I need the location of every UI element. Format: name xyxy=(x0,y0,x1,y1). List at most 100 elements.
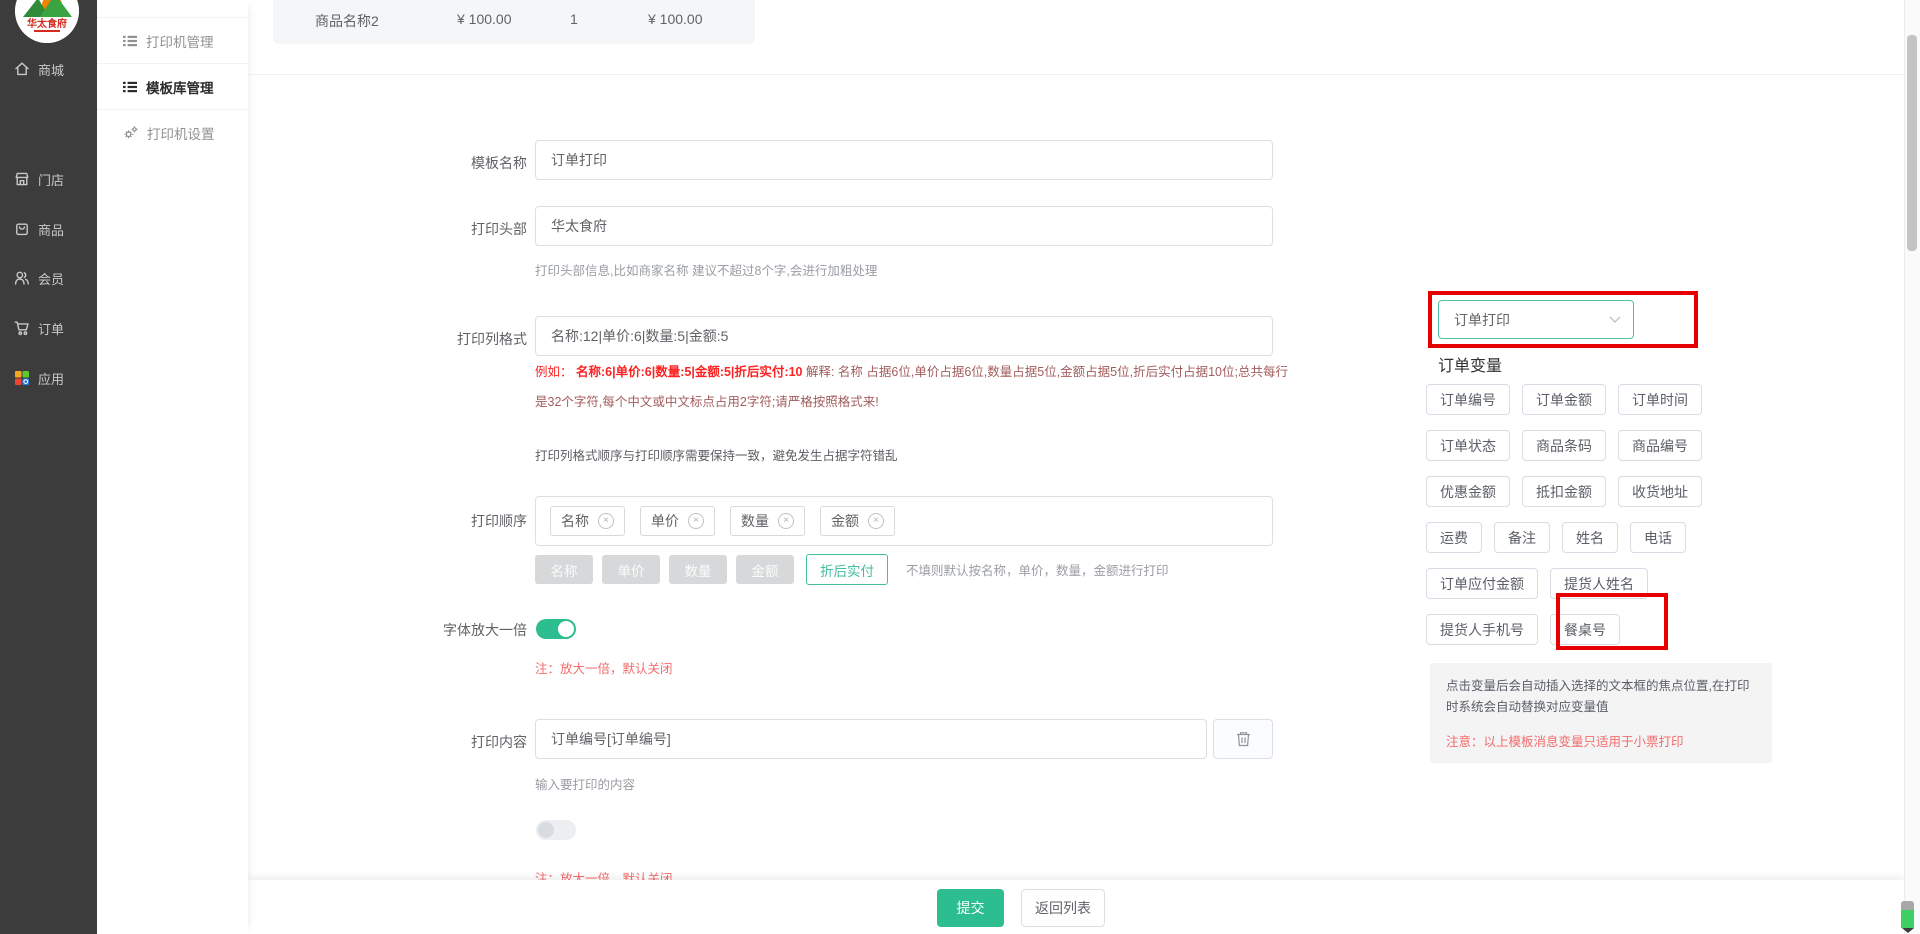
sidebar-item-goods[interactable]: 商品 xyxy=(0,212,97,246)
template-type-value: 订单打印 xyxy=(1454,310,1510,330)
delete-print-content-button[interactable] xyxy=(1213,719,1273,759)
variable-tag[interactable]: 提货人手机号 xyxy=(1426,614,1538,645)
variables-info-box: 点击变量后会自动插入选择的文本框的焦点位置,在打印时系统会自动替换对应变量值 注… xyxy=(1430,663,1772,763)
submenu-item-label: 打印机管理 xyxy=(146,31,214,51)
sidebar-item-home[interactable]: 商城 xyxy=(0,52,97,86)
submenu-item[interactable]: 打印机设置 xyxy=(97,109,248,155)
submenu-item-label: 模板库管理 xyxy=(146,77,214,97)
font-zoom-label: 字体放大一倍 xyxy=(377,620,527,640)
variable-tag[interactable]: 订单金额 xyxy=(1522,384,1606,415)
order-option-button[interactable]: 名称 xyxy=(535,555,593,584)
remove-tag-icon[interactable]: × xyxy=(868,513,884,529)
sidebar-item-label: 门店 xyxy=(38,170,64,189)
variables-heading: 订单变量 xyxy=(1438,352,1502,376)
table-cell: 商品名称2 xyxy=(315,11,379,31)
gears-icon xyxy=(123,125,138,140)
scrollbar-thumb[interactable] xyxy=(1907,35,1917,251)
variable-tag[interactable]: 备注 xyxy=(1494,522,1550,553)
font-zoom-toggle[interactable] xyxy=(536,619,576,639)
column-format-label: 打印列格式 xyxy=(377,329,527,349)
sidebar-item-label: 订单 xyxy=(38,319,64,338)
toggle-knob xyxy=(538,822,554,838)
table-cell: ¥ 100.00 xyxy=(648,11,703,27)
submenu-item[interactable]: 打印机管理 xyxy=(97,17,248,63)
order-tag-label: 单价 xyxy=(651,511,679,531)
sidebar-item-order[interactable]: 订单 xyxy=(0,311,97,345)
variable-tag[interactable]: 收货地址 xyxy=(1618,476,1702,507)
template-edit-page: 华太食府 商城门店商品会员订单应用 打印机管理模板库管理打印机设置 商品名称2 ¥… xyxy=(0,0,1920,934)
order-option-button[interactable]: 单价 xyxy=(602,555,660,584)
remove-tag-icon[interactable]: × xyxy=(688,513,704,529)
section-divider xyxy=(249,74,1904,75)
print-content-input[interactable] xyxy=(535,719,1207,759)
submenu-item-label: 打印机设置 xyxy=(147,123,215,143)
sidebar-item-label: 商城 xyxy=(38,60,64,79)
brand-logo[interactable]: 华太食府 xyxy=(15,0,79,43)
order-tag[interactable]: 名称 × xyxy=(550,506,625,536)
variable-tag[interactable]: 订单时间 xyxy=(1618,384,1702,415)
order-tag-label: 金额 xyxy=(831,511,859,531)
print-order-hint: 不填则默认按名称，单价，数量，金额进行打印 xyxy=(906,560,1169,579)
toggle-knob xyxy=(558,621,574,637)
remove-tag-icon[interactable]: × xyxy=(778,513,794,529)
font-zoom-note: 注：放大一倍，默认关闭 xyxy=(535,658,673,677)
column-format-example: 例如： 名称:6|单价:6|数量:5|金额:5|折后实付:10 解释: 名称 占… xyxy=(535,357,1291,417)
order-tag-label: 数量 xyxy=(741,511,769,531)
variable-tag[interactable]: 电话 xyxy=(1630,522,1686,553)
variable-tag[interactable]: 优惠金额 xyxy=(1426,476,1510,507)
variable-tag[interactable]: 商品条码 xyxy=(1522,430,1606,461)
variable-tag[interactable]: 商品编号 xyxy=(1618,430,1702,461)
order-tag[interactable]: 单价 × xyxy=(640,506,715,536)
member-icon xyxy=(13,269,31,287)
sidebar-item-store[interactable]: 门店 xyxy=(0,162,97,196)
variable-tag[interactable]: 姓名 xyxy=(1562,522,1618,553)
column-format-input[interactable] xyxy=(535,316,1273,356)
primary-sidebar: 华太食府 商城门店商品会员订单应用 xyxy=(0,0,97,934)
footer-bar: 提交 返回列表 xyxy=(248,880,1904,934)
print-content-help: 输入要打印的内容 xyxy=(535,774,635,793)
order-tag-label: 名称 xyxy=(561,511,589,531)
chevron-down-icon xyxy=(1609,316,1621,323)
variable-tag[interactable]: 订单编号 xyxy=(1426,384,1510,415)
remove-tag-icon[interactable]: × xyxy=(598,513,614,529)
template-type-select[interactable]: 订单打印 xyxy=(1438,300,1634,339)
order-option-button[interactable]: 数量 xyxy=(669,555,727,584)
order-icon xyxy=(13,319,31,337)
print-order-box[interactable]: 名称 × 单价 × 数量 × 金额 × xyxy=(535,496,1273,546)
variable-row: 优惠金额抵扣金额收货地址 xyxy=(1426,476,1796,507)
discount-actual-pay-button[interactable]: 折后实付 xyxy=(806,554,888,585)
list-icon xyxy=(123,81,137,93)
example-prefix: 例如： xyxy=(535,365,576,379)
sidebar-item-member[interactable]: 会员 xyxy=(0,261,97,295)
print-header-label: 打印头部 xyxy=(377,219,527,239)
sidebar-item-apps[interactable]: 应用 xyxy=(0,361,97,395)
sidebar-item-label: 应用 xyxy=(38,369,64,388)
list-icon xyxy=(123,35,137,47)
apps-icon xyxy=(13,369,31,387)
print-header-input[interactable] xyxy=(535,206,1273,246)
template-name-input[interactable] xyxy=(535,140,1273,180)
sidebar-item-label: 商品 xyxy=(38,220,64,239)
sidebar-item-label: 会员 xyxy=(38,269,64,288)
print-content-label: 打印内容 xyxy=(377,732,527,752)
submit-button[interactable]: 提交 xyxy=(937,889,1004,927)
print-header-help: 打印头部信息,比如商家名称 建议不超过8个字,会进行加粗处理 xyxy=(535,260,877,279)
variable-tag[interactable]: 抵扣金额 xyxy=(1522,476,1606,507)
submenu-item[interactable]: 模板库管理 xyxy=(97,63,248,109)
table-cell: ¥ 100.00 xyxy=(457,11,512,27)
trash-icon xyxy=(1235,730,1252,748)
secondary-toggle[interactable] xyxy=(536,820,576,840)
print-order-label: 打印顺序 xyxy=(377,511,527,531)
back-to-list-button[interactable]: 返回列表 xyxy=(1021,889,1105,927)
variable-tag[interactable]: 订单状态 xyxy=(1426,430,1510,461)
order-tag[interactable]: 数量 × xyxy=(730,506,805,536)
variable-tag[interactable]: 订单应付金额 xyxy=(1426,568,1538,599)
brand-logo-image: 华太食府 xyxy=(15,0,79,43)
store-icon xyxy=(13,170,31,188)
order-option-button[interactable]: 金额 xyxy=(736,555,794,584)
example-format: 名称:6|单价:6|数量:5|金额:5|折后实付:10 xyxy=(576,365,803,379)
svg-text:华太食府: 华太食府 xyxy=(27,17,67,30)
order-tag[interactable]: 金额 × xyxy=(820,506,895,536)
print-order-options: 名称单价数量金额 折后实付 不填则默认按名称，单价，数量，金额进行打印 xyxy=(535,554,1169,585)
variable-tag[interactable]: 运费 xyxy=(1426,522,1482,553)
